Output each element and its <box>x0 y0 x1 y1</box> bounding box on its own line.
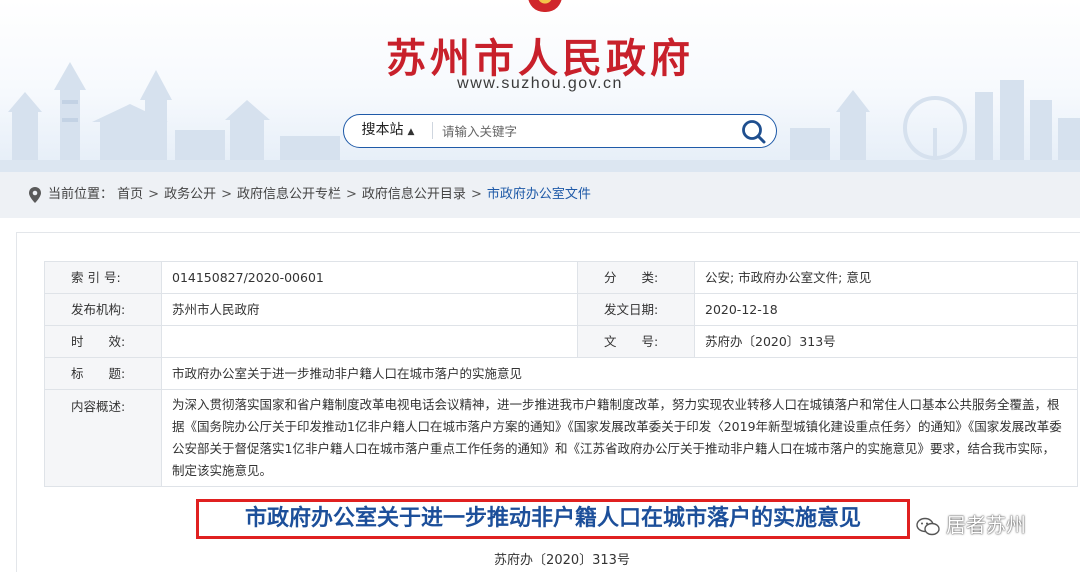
search-icon <box>742 120 766 144</box>
breadcrumb-home[interactable]: 首页 <box>117 187 143 202</box>
search-scope-dropdown[interactable]: 搜本站 ▲ <box>344 115 432 146</box>
index-value: 014150827/2020-00601 <box>161 261 578 294</box>
summary-label: 内容概述: <box>44 389 162 487</box>
index-label: 索 引 号: <box>44 261 162 294</box>
site-header: 苏州市人民政府 www.suzhou.gov.cn 搜本站 ▲ <box>0 0 1080 172</box>
search-button[interactable] <box>740 118 768 144</box>
docno-value: 苏府办〔2020〕313号 <box>694 325 1078 358</box>
category-label: 分 类: <box>577 261 695 294</box>
article-doc-number: 苏府办〔2020〕313号 <box>494 553 630 568</box>
validity-value <box>161 325 578 358</box>
docno-label: 文 号: <box>577 325 695 358</box>
breadcrumb-separator: > <box>221 187 232 202</box>
date-value: 2020-12-18 <box>694 293 1078 326</box>
title-value: 市政府办公室关于进一步推动非户籍人口在城市落户的实施意见 <box>161 357 1078 390</box>
breadcrumb-prefix: 当前位置： <box>48 187 114 202</box>
breadcrumb-info-column[interactable]: 政府信息公开专栏 <box>237 187 341 202</box>
publisher-label: 发布机构: <box>44 293 162 326</box>
title-label: 标 题: <box>44 357 162 390</box>
location-pin-icon <box>29 186 41 203</box>
breadcrumb-separator: > <box>148 187 160 202</box>
search-box: 搜本站 ▲ <box>343 114 777 148</box>
search-divider <box>432 122 433 139</box>
date-label: 发文日期: <box>577 293 695 326</box>
site-url: www.suzhou.gov.cn <box>457 75 623 92</box>
wechat-watermark: 居者苏州 <box>916 510 1026 540</box>
publisher-value: 苏州市人民政府 <box>161 293 578 326</box>
breadcrumb-separator: > <box>346 187 357 202</box>
breadcrumb-gov-affairs[interactable]: 政务公开 <box>164 187 216 202</box>
caret-up-icon: ▲ <box>407 127 415 137</box>
wechat-icon <box>916 517 940 535</box>
document-metadata-table: 索 引 号: 014150827/2020-00601 分 类: 公安; 市政府… <box>44 261 1078 487</box>
breadcrumb: 当前位置： 首页 > 政务公开 > 政府信息公开专栏 > 政府信息公开目录 > 市政府办公室文件 <box>28 172 591 218</box>
validity-label: 时 效: <box>44 325 162 358</box>
watermark-text: 居者苏州 <box>946 513 1026 537</box>
summary-value: 为深入贯彻落实国家和省户籍制度改革电视电话会议精神，进一步推进我市户籍制度改革，… <box>161 389 1078 487</box>
article-title: 市政府办公室关于进一步推动非户籍人口在城市落户的实施意见 <box>196 499 910 539</box>
search-scope-label: 搜本站 <box>361 122 404 138</box>
table-row: 标 题: 市政府办公室关于进一步推动非户籍人口在城市落户的实施意见 <box>44 357 1078 390</box>
table-row: 时 效: 文 号: 苏府办〔2020〕313号 <box>44 325 1078 358</box>
search-input[interactable] <box>440 119 724 144</box>
breadcrumb-current[interactable]: 市政府办公室文件 <box>487 187 591 202</box>
table-row: 发布机构: 苏州市人民政府 发文日期: 2020-12-18 <box>44 293 1078 326</box>
breadcrumb-info-catalog[interactable]: 政府信息公开目录 <box>362 187 466 202</box>
table-row: 索 引 号: 014150827/2020-00601 分 类: 公安; 市政府… <box>44 261 1078 294</box>
category-value: 公安; 市政府办公室文件; 意见 <box>694 261 1078 294</box>
table-row: 内容概述: 为深入贯彻落实国家和省户籍制度改革电视电话会议精神，进一步推进我市户… <box>44 389 1078 487</box>
breadcrumb-separator: > <box>470 187 482 202</box>
breadcrumb-bar: 当前位置： 首页 > 政务公开 > 政府信息公开专栏 > 政府信息公开目录 > 市政府办公室文件 <box>0 172 1080 218</box>
